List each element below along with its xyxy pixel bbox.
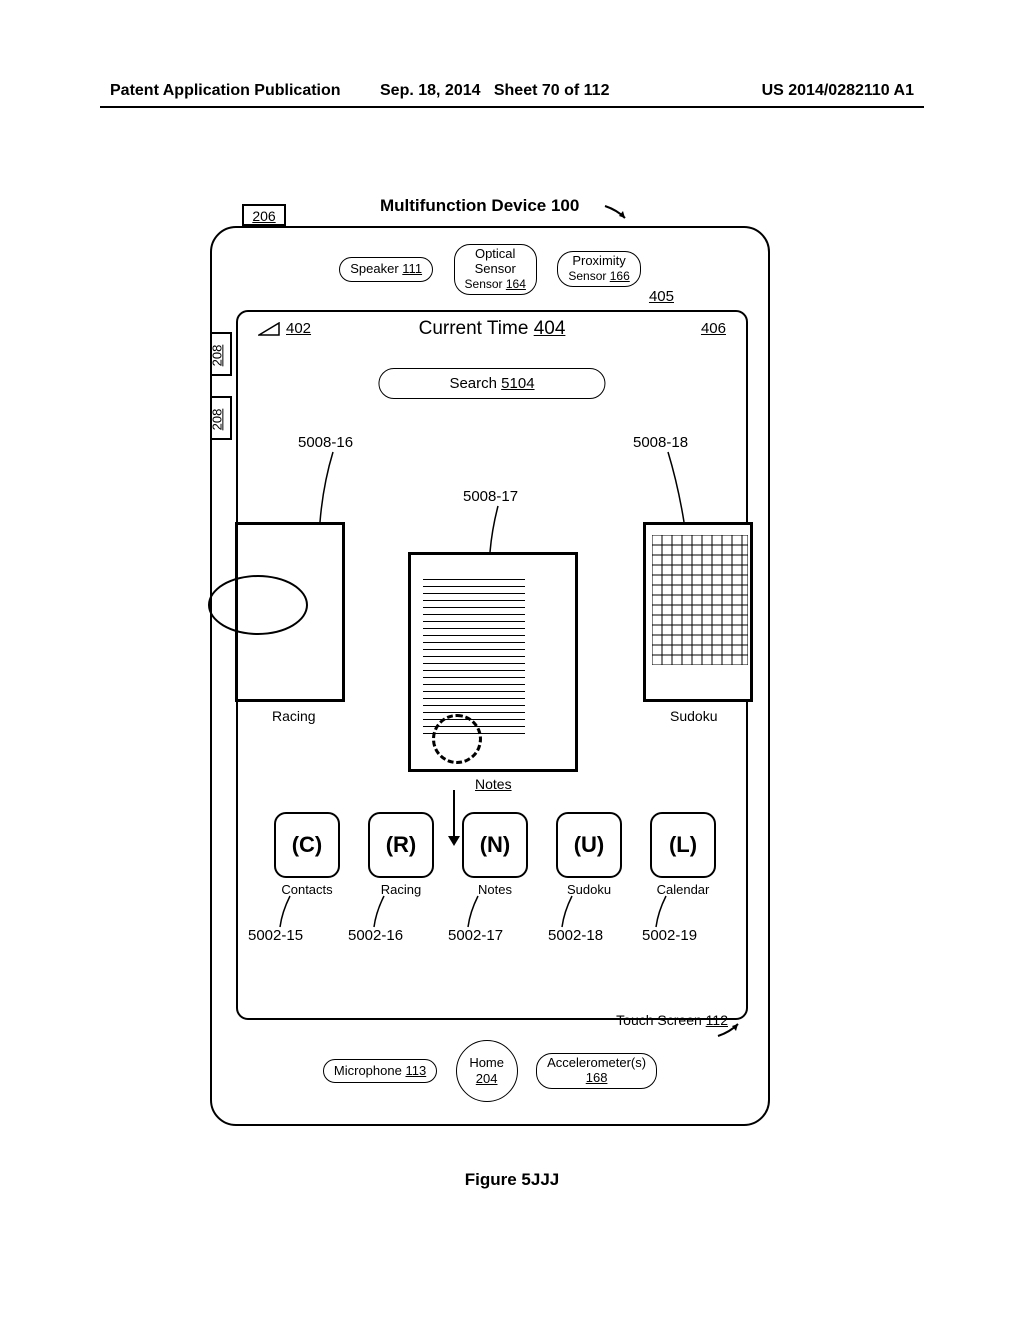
ref-5002-15: 5002-15 [248, 927, 303, 944]
arrow-down-icon [453, 790, 455, 844]
figure: Multifunction Device 100 206 208 208 Spe… [190, 196, 820, 1146]
lead-line [278, 894, 298, 929]
app-icon-calendar[interactable]: (L) [650, 812, 716, 878]
ref-406: 406 [701, 320, 726, 337]
card-racing-label: Racing [272, 708, 316, 724]
lead-line [560, 894, 580, 929]
ref-5008-18: 5008-18 [633, 434, 688, 451]
touch-gesture-icon [432, 714, 482, 764]
touchscreen-arrow-icon [716, 1020, 746, 1040]
ref-405: 405 [649, 288, 674, 305]
touch-screen[interactable]: 402 Current Time 404 406 Search 5104 500… [236, 310, 748, 1020]
app-icon-racing[interactable]: (R) [368, 812, 434, 878]
lead-line [658, 450, 688, 525]
sudoku-grid-icon [652, 535, 748, 665]
header-pubno: US 2014/0282110 A1 [762, 82, 914, 100]
proximity-sensor-pill: ProximitySensor 166 [557, 251, 640, 287]
ref-5002-17: 5002-17 [448, 927, 503, 944]
header-left: Patent Application Publication [110, 82, 341, 100]
card-sudoku-label: Sudoku [670, 708, 717, 724]
side-button-208b: 208 [210, 396, 232, 440]
lead-line [466, 894, 486, 929]
racing-ellipse-icon [208, 575, 308, 635]
lead-line [654, 894, 674, 929]
device-title: Multifunction Device 100 [380, 196, 579, 216]
header-mid: Sep. 18, 2014 Sheet 70 of 112 [380, 82, 609, 100]
ref-5002-16: 5002-16 [348, 927, 403, 944]
lead-line [372, 894, 392, 929]
optical-sensor-pill: Optical SensorSensor 164 [454, 244, 537, 295]
current-time-label: Current Time 404 [238, 318, 746, 340]
sensor-row: Speaker 111 Optical SensorSensor 164 Pro… [212, 244, 768, 295]
search-field[interactable]: Search 5104 [378, 368, 605, 399]
ref-5002-18: 5002-18 [548, 927, 603, 944]
lead-line [318, 450, 348, 525]
app-icon-notes[interactable]: (N) [462, 812, 528, 878]
title-arrow-icon [603, 204, 633, 224]
accelerometer-pill: Accelerometer(s)168 [536, 1053, 657, 1089]
card-racing[interactable] [235, 522, 345, 702]
page-header: Patent Application Publication Sep. 18, … [0, 82, 1024, 100]
card-notes-label: Notes [475, 776, 512, 792]
touch-screen-label: Touch Screen 112 [616, 1012, 728, 1028]
ref-206: 206 [242, 204, 286, 226]
side-button-208a: 208 [210, 332, 232, 376]
ref-5008-16: 5008-16 [298, 434, 353, 451]
bottom-hardware-row: Microphone 113 Home204 Accelerometer(s)1… [212, 1040, 768, 1102]
header-rule [100, 106, 924, 108]
speaker-pill: Speaker 111 [339, 257, 433, 282]
app-icon-contacts[interactable]: (C) [274, 812, 340, 878]
home-button[interactable]: Home204 [456, 1040, 518, 1102]
card-sudoku[interactable] [643, 522, 753, 702]
lead-line [488, 504, 508, 554]
device-outline: 208 208 Speaker 111 Optical SensorSensor… [210, 226, 770, 1126]
ref-5002-19: 5002-19 [642, 927, 697, 944]
app-icon-sudoku[interactable]: (U) [556, 812, 622, 878]
microphone-pill: Microphone 113 [323, 1059, 437, 1084]
figure-caption: Figure 5JJJ [0, 1170, 1024, 1190]
ref-5008-17: 5008-17 [463, 488, 518, 505]
